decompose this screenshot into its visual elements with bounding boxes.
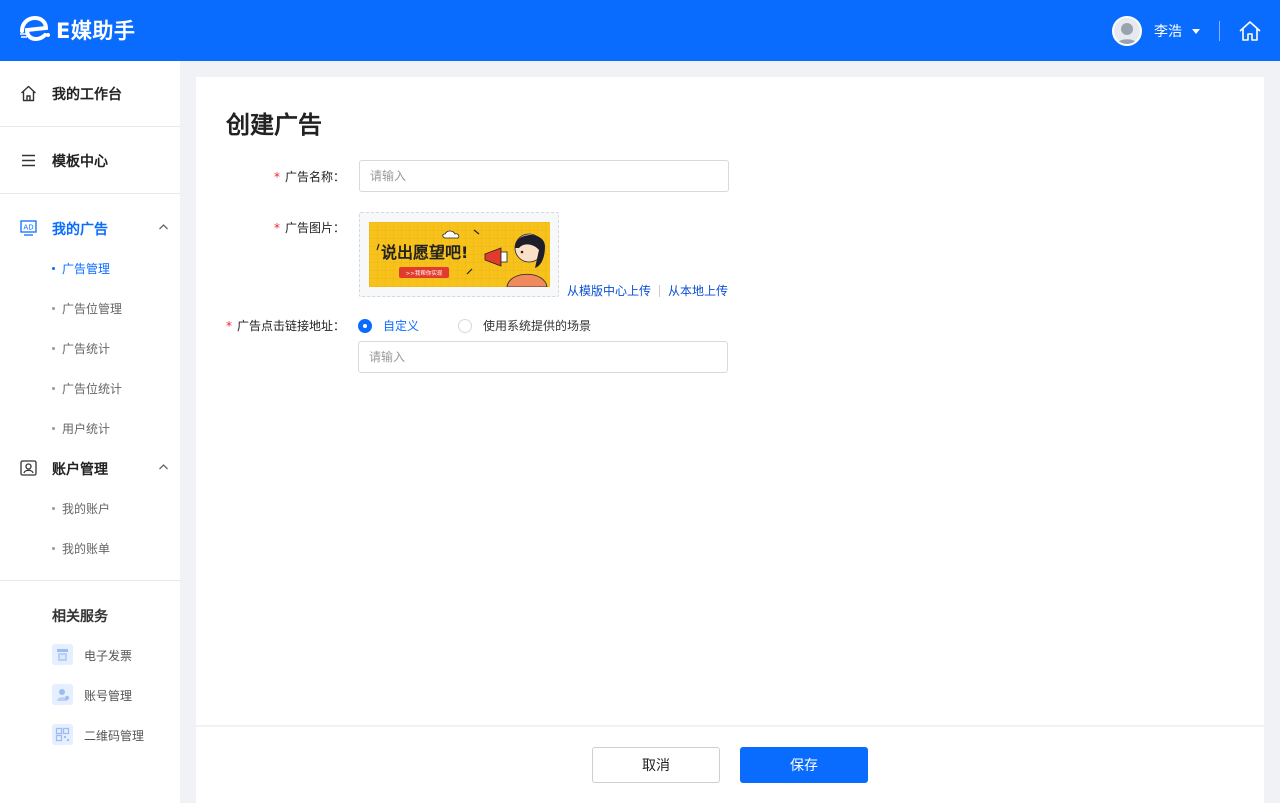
top-header: E媒助手 李浩	[0, 0, 1280, 61]
service-qrcode-management[interactable]: 二维码管理	[0, 720, 180, 750]
service-label: 电子发票	[84, 649, 133, 663]
ad-name-label: * 广告名称：	[274, 168, 345, 185]
create-ad-form: 创建广告 * 广告名称： * 广告图片： 说出愿望吧! >>我帮你实现	[196, 77, 1264, 725]
upload-from-local-link[interactable]: 从本地上传	[668, 282, 728, 299]
required-mark: *	[274, 221, 280, 235]
bullet-dot	[52, 547, 55, 550]
page-title: 创建广告	[226, 111, 322, 139]
sidebar-item-label: 广告位统计	[62, 382, 123, 396]
save-button[interactable]: 保存	[740, 747, 868, 783]
sidebar-group-label: 我的广告	[52, 222, 108, 238]
sidebar-item-ad-slot-management[interactable]: 广告位管理	[0, 288, 180, 328]
sidebar: 我的工作台 模板中心 AD 我的广告 广告管理 广告位管理 广告统计 广告位统计	[0, 61, 180, 803]
bullet-dot	[52, 427, 55, 430]
banner-headline: 说出愿望吧!	[381, 243, 468, 262]
user-manage-icon	[52, 684, 73, 705]
sidebar-item-my-bills[interactable]: 我的账单	[0, 528, 180, 568]
service-label: 账号管理	[84, 689, 133, 703]
sidebar-item-label: 我的账户	[62, 502, 111, 516]
user-menu[interactable]: 李浩	[1112, 16, 1200, 46]
sidebar-item-ad-slot-statistics[interactable]: 广告位统计	[0, 368, 180, 408]
bullet-dot	[52, 267, 55, 270]
radio-label: 使用系统提供的场景	[483, 319, 592, 333]
banner-button-text: >>我帮你实现	[406, 269, 443, 277]
qrcode-icon	[52, 724, 73, 745]
ad-image-thumbnail[interactable]: 说出愿望吧! >>我帮你实现	[369, 222, 550, 287]
home-icon[interactable]	[1238, 20, 1262, 42]
sidebar-item-templates[interactable]: 模板中心	[0, 128, 180, 194]
sidebar-item-label: 广告统计	[62, 342, 111, 356]
radio-circle[interactable]	[358, 318, 372, 333]
sidebar-item-user-statistics[interactable]: 用户统计	[0, 408, 180, 448]
link-separator	[659, 284, 661, 297]
sidebar-group-label: 账户管理	[52, 462, 108, 478]
required-mark: *	[226, 319, 232, 333]
bullet-dot	[52, 347, 55, 350]
app-logo[interactable]: E媒助手	[18, 15, 135, 45]
e-logo-icon	[20, 15, 50, 42]
user-name: 李浩	[1154, 24, 1182, 40]
sidebar-item-label: 广告位管理	[62, 302, 123, 316]
ad-image-uploader[interactable]: 说出愿望吧! >>我帮你实现	[359, 212, 559, 297]
required-mark: *	[274, 170, 280, 184]
radio-custom[interactable]: 自定义	[358, 317, 419, 334]
bullet-dot	[52, 507, 55, 510]
cancel-button[interactable]: 取消	[592, 747, 720, 783]
service-invoice[interactable]: 电子发票	[0, 640, 180, 670]
ad-link-label: * 广告点击链接地址：	[226, 317, 345, 334]
ad-icon: AD	[20, 220, 37, 236]
sidebar-item-label: 广告管理	[62, 262, 111, 276]
bullet-dot	[52, 307, 55, 310]
sidebar-item-my-account[interactable]: 我的账户	[0, 488, 180, 528]
sidebar-item-ad-management[interactable]: 广告管理	[0, 248, 180, 288]
label-text: 广告点击链接地址：	[237, 319, 346, 333]
services-title: 相关服务	[52, 609, 108, 625]
header-divider	[1219, 21, 1220, 41]
app-name: E媒助手	[56, 19, 136, 43]
ad-link-input[interactable]	[358, 341, 728, 373]
sidebar-item-workbench[interactable]: 我的工作台	[0, 61, 180, 127]
radio-circle[interactable]	[458, 318, 472, 333]
action-bar: 取消 保存	[196, 727, 1264, 803]
sidebar-item-ad-statistics[interactable]: 广告统计	[0, 328, 180, 368]
home-icon	[21, 85, 36, 102]
upload-from-template-link[interactable]: 从模版中心上传	[567, 282, 651, 299]
ad-name-input[interactable]	[359, 160, 729, 192]
sidebar-item-label: 我的工作台	[52, 86, 122, 103]
ad-image-label: * 广告图片：	[274, 219, 345, 236]
radio-system-scene[interactable]: 使用系统提供的场景	[458, 317, 591, 334]
sidebar-group-my-ads[interactable]: AD 我的广告	[0, 208, 180, 248]
bullet-dot	[52, 387, 55, 390]
sidebar-divider	[0, 580, 180, 581]
sidebar-item-label: 我的账单	[62, 542, 111, 556]
caret-down-icon[interactable]	[1192, 28, 1200, 34]
menu-icon	[22, 154, 35, 167]
label-text: 广告名称：	[285, 170, 346, 184]
chevron-up-icon[interactable]	[158, 463, 169, 471]
user-avatar[interactable]	[1112, 16, 1142, 46]
label-text: 广告图片：	[285, 221, 346, 235]
service-label: 二维码管理	[84, 729, 145, 743]
sidebar-group-account[interactable]: 账户管理	[0, 448, 180, 488]
svg-text:AD: AD	[23, 224, 33, 232]
radio-label: 自定义	[383, 319, 420, 333]
service-account-management[interactable]: 账号管理	[0, 680, 180, 710]
invoice-icon	[52, 644, 73, 665]
account-icon	[20, 460, 37, 476]
upload-links: 从模版中心上传 从本地上传	[567, 282, 728, 299]
sidebar-item-label: 用户统计	[62, 422, 111, 436]
sidebar-item-label: 模板中心	[52, 153, 108, 170]
chevron-up-icon[interactable]	[158, 223, 169, 231]
